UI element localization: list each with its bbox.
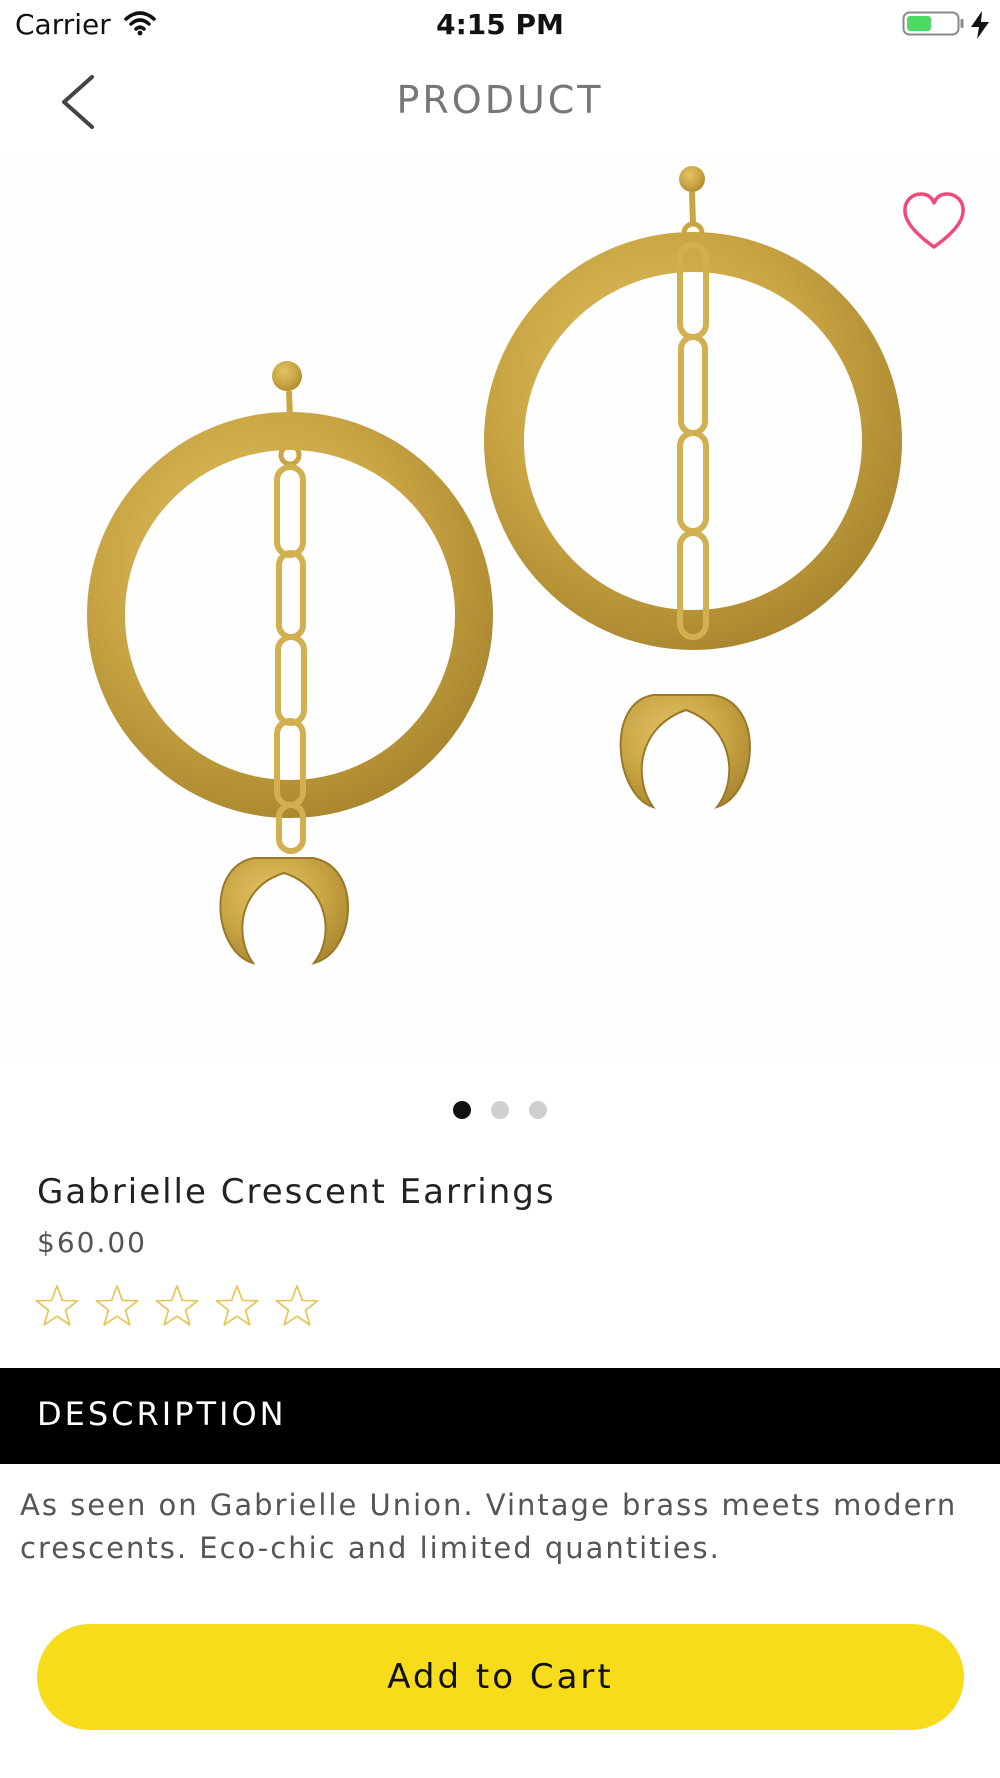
status-bar: Carrier 4:15 PM xyxy=(0,0,1000,52)
page-dot-3[interactable] xyxy=(529,1101,547,1119)
product-price: $60.00 xyxy=(37,1226,147,1259)
star-rating[interactable] xyxy=(34,1283,320,1329)
star-outline-icon[interactable] xyxy=(274,1283,320,1329)
product-name: Gabrielle Crescent Earrings xyxy=(37,1172,556,1212)
battery-icon xyxy=(902,11,964,36)
nav-bar: PRODUCT xyxy=(0,52,1000,152)
description-text: As seen on Gabrielle Union. Vintage bras… xyxy=(20,1488,958,1565)
star-outline-icon[interactable] xyxy=(154,1283,200,1329)
star-outline-icon[interactable] xyxy=(94,1283,140,1329)
heart-outline-icon xyxy=(903,192,965,249)
page-dot-1[interactable] xyxy=(453,1101,471,1119)
carousel-page-indicator xyxy=(0,1101,1000,1121)
description-header: DESCRIPTION xyxy=(0,1368,1000,1464)
product-image xyxy=(87,166,902,965)
page-title: PRODUCT xyxy=(396,78,604,122)
star-outline-icon[interactable] xyxy=(34,1283,80,1329)
product-image-carousel[interactable] xyxy=(0,155,1000,1065)
favorite-button[interactable] xyxy=(900,190,968,254)
page-dot-2[interactable] xyxy=(491,1101,509,1119)
status-time: 4:15 PM xyxy=(436,8,564,41)
add-to-cart-button[interactable]: Add to Cart xyxy=(37,1624,964,1730)
add-to-cart-label: Add to Cart xyxy=(387,1657,614,1697)
charging-bolt-icon xyxy=(971,11,989,39)
star-outline-icon[interactable] xyxy=(214,1283,260,1329)
description-title: DESCRIPTION xyxy=(37,1395,287,1433)
